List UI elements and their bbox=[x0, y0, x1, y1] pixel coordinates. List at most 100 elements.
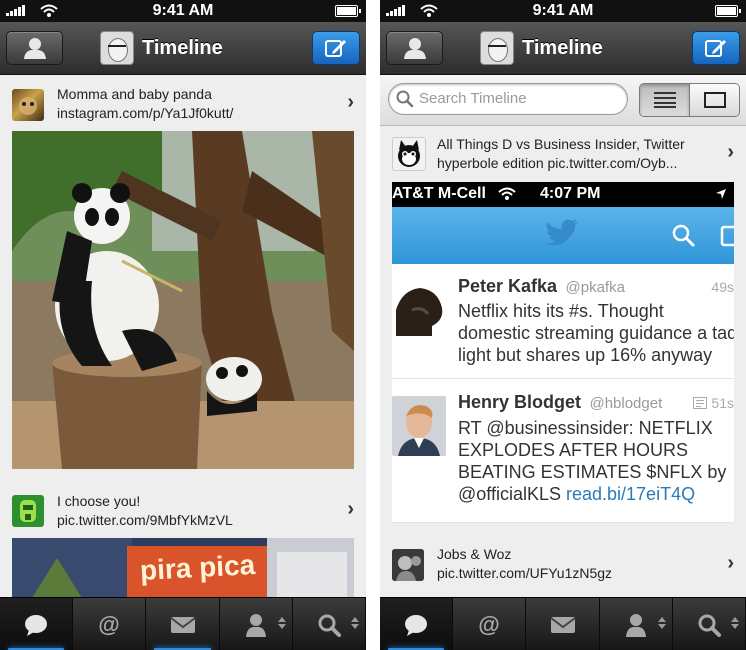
user-avatar[interactable] bbox=[480, 31, 514, 65]
tweet-avatar bbox=[392, 280, 446, 340]
embedded-tweet: Henry Blodget @hblodget 51s RT @business… bbox=[392, 382, 734, 522]
svg-text:@: @ bbox=[479, 613, 500, 637]
tweet-author-name: Henry Blodget bbox=[458, 392, 582, 412]
tweet-author-handle: @hblodget bbox=[589, 395, 663, 412]
tweet-text: Jobs & Woz bbox=[437, 546, 512, 562]
accounts-button[interactable] bbox=[386, 31, 443, 65]
nav-bar: Timeline bbox=[0, 22, 366, 75]
chevron-right-icon[interactable]: › bbox=[347, 498, 354, 521]
tab-mentions[interactable]: @ bbox=[453, 598, 527, 650]
search-field[interactable] bbox=[388, 83, 628, 115]
search-input[interactable] bbox=[417, 89, 621, 108]
tweet-row[interactable]: I choose you! pic.twitter.com/9MbfYkMzVL… bbox=[0, 492, 366, 530]
battery-icon bbox=[715, 5, 741, 17]
tweet-link[interactable]: pic.twitter.com/9MbfYkMzVL bbox=[57, 511, 336, 530]
compose-button[interactable] bbox=[312, 31, 360, 65]
tweet-body: RT @businessinsider: NETFLIX EXPLODES AF… bbox=[458, 418, 727, 504]
person-icon bbox=[23, 38, 46, 59]
tab-messages[interactable] bbox=[146, 598, 220, 650]
nav-bar: Timeline bbox=[380, 22, 746, 75]
compose-icon bbox=[720, 225, 734, 247]
article-icon bbox=[693, 397, 707, 409]
person-icon bbox=[403, 38, 426, 59]
envelope-icon bbox=[549, 616, 576, 633]
tweet-row[interactable]: All Things D vs Business Insider, Twitte… bbox=[380, 135, 746, 175]
tab-search[interactable] bbox=[293, 598, 366, 650]
tweet-row[interactable]: Jobs & Woz pic.twitter.com/UFYu1zN5gz › bbox=[380, 545, 746, 585]
compose-button[interactable] bbox=[692, 31, 740, 65]
search-bar bbox=[380, 75, 746, 126]
tweet-avatar[interactable] bbox=[12, 89, 44, 121]
tweet-link[interactable]: instagram.com/p/Ya1Jf0kutt/ bbox=[57, 104, 336, 123]
tweet-avatar bbox=[392, 396, 446, 456]
chevron-right-icon[interactable]: › bbox=[347, 91, 354, 114]
person-icon bbox=[625, 613, 646, 637]
search-icon bbox=[672, 224, 695, 247]
tweet-text: I choose you! bbox=[57, 493, 141, 509]
wifi-icon bbox=[498, 187, 516, 200]
updown-arrows-icon bbox=[657, 617, 666, 629]
tweet-text: All Things D vs Business Insider, Twitte… bbox=[437, 136, 685, 152]
tweet-avatar[interactable] bbox=[392, 549, 424, 581]
tweet-photo[interactable] bbox=[12, 131, 354, 469]
at-icon: @ bbox=[99, 613, 120, 637]
updown-arrows-icon bbox=[731, 617, 740, 629]
tab-search[interactable] bbox=[673, 598, 746, 650]
tweet-link[interactable]: pic.twitter.com/UFYu1zN5gz bbox=[437, 564, 716, 583]
page-title: Timeline bbox=[522, 36, 603, 59]
phone-screen-left: 9:41 AM Timeline Momma and baby panda in… bbox=[0, 0, 366, 650]
timeline-list[interactable]: Momma and baby panda instagram.com/p/Ya1… bbox=[0, 75, 366, 597]
media-view-button[interactable] bbox=[690, 84, 739, 116]
status-bar: 9:41 AM bbox=[0, 0, 366, 22]
tweet-link[interactable]: hyperbole edition pic.twitter.com/Oyb... bbox=[437, 154, 716, 173]
tweet-avatar[interactable] bbox=[12, 495, 44, 527]
person-icon bbox=[245, 613, 266, 637]
tab-profile[interactable] bbox=[220, 598, 293, 650]
speech-bubble-icon bbox=[25, 614, 48, 636]
tweet-author-name: Peter Kafka bbox=[458, 276, 558, 296]
magnifier-icon bbox=[698, 614, 721, 637]
user-avatar[interactable] bbox=[100, 31, 134, 65]
tab-bar: @ bbox=[380, 597, 746, 650]
twitter-bird-icon bbox=[546, 219, 579, 246]
tweet-row[interactable]: Momma and baby panda instagram.com/p/Ya1… bbox=[0, 85, 366, 123]
envelope-icon bbox=[169, 616, 196, 633]
list-view-button[interactable] bbox=[640, 84, 690, 116]
tweet-photo[interactable]: AT&T M-Cell 4:07 PM Peter Kafka @pkafka bbox=[392, 182, 734, 594]
embedded-carrier: AT&T M-Cell bbox=[392, 185, 486, 202]
tweet-text: Momma and baby panda bbox=[57, 86, 212, 102]
updown-arrows-icon bbox=[351, 617, 360, 629]
tweet-avatar[interactable] bbox=[392, 137, 426, 171]
status-time: 9:41 AM bbox=[152, 2, 214, 19]
chevron-right-icon[interactable]: › bbox=[727, 552, 734, 575]
media-frame-icon bbox=[703, 92, 726, 108]
embedded-tweet: Peter Kafka @pkafka 49s Netflix hits its… bbox=[392, 264, 734, 369]
status-bar: 9:41 AM bbox=[380, 0, 746, 22]
battery-icon bbox=[335, 5, 361, 17]
chevron-right-icon[interactable]: › bbox=[727, 141, 734, 164]
page-title: Timeline bbox=[142, 36, 223, 59]
embedded-status-bar: AT&T M-Cell 4:07 PM bbox=[392, 182, 734, 207]
panda-photo bbox=[12, 131, 354, 469]
tab-timeline[interactable] bbox=[380, 598, 454, 650]
accounts-button[interactable] bbox=[6, 31, 63, 65]
tweet-photo[interactable]: pira pica bbox=[12, 538, 354, 597]
tab-timeline[interactable] bbox=[0, 598, 74, 650]
search-icon bbox=[396, 90, 414, 108]
tweet-age: 49s bbox=[711, 279, 734, 295]
view-mode-toggle bbox=[639, 83, 740, 117]
tab-profile[interactable] bbox=[600, 598, 673, 650]
storefront-sign: pira pica bbox=[139, 549, 256, 586]
timeline-list[interactable]: All Things D vs Business Insider, Twitte… bbox=[380, 75, 746, 597]
tweet-link: read.bi/17eiT4Q bbox=[566, 484, 696, 504]
embedded-twitter-bar bbox=[392, 207, 734, 264]
tab-messages[interactable] bbox=[526, 598, 600, 650]
updown-arrows-icon bbox=[277, 617, 286, 629]
status-time: 9:41 AM bbox=[532, 2, 594, 19]
compose-icon bbox=[325, 40, 346, 57]
tab-bar: @ bbox=[0, 597, 366, 650]
tab-mentions[interactable]: @ bbox=[73, 598, 147, 650]
tweet-age: 51s bbox=[711, 395, 734, 411]
tweet-author-handle: @pkafka bbox=[565, 279, 625, 296]
location-arrow-icon bbox=[716, 189, 726, 199]
